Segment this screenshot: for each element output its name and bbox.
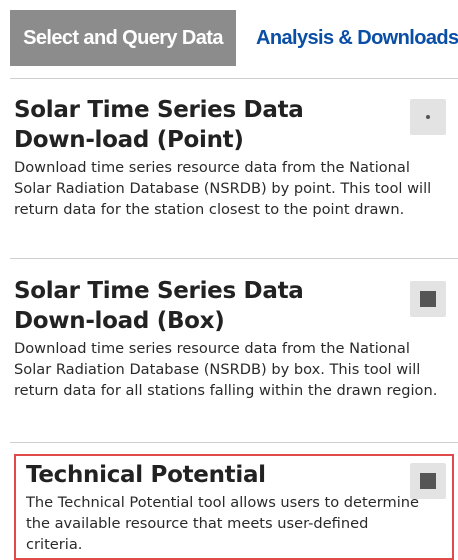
divider [10, 442, 458, 443]
square-icon [420, 473, 436, 489]
tool-item-solar-box: Solar Time Series Data Down-load (Box) D… [14, 276, 450, 401]
tool-title: Solar Time Series Data Down-load (Point) [14, 97, 304, 153]
technical-potential-tool-button[interactable] [410, 463, 446, 499]
tool-description: Download time series resource data from … [14, 159, 432, 218]
tab-label: Select and Query Data [23, 26, 223, 49]
tab-select-and-query-data[interactable]: Select and Query Data [10, 10, 236, 66]
divider [10, 258, 458, 259]
tool-item-technical-potential: Technical Potential The Technical Potent… [26, 460, 450, 555]
tab-analysis-and-downloads[interactable]: Analysis & Downloads [256, 10, 458, 66]
tool-title: Technical Potential [26, 462, 266, 488]
tool-item-solar-point: Solar Time Series Data Down-load (Point)… [14, 95, 450, 220]
tool-description: Download time series resource data from … [14, 340, 438, 399]
box-tool-button[interactable] [410, 281, 446, 317]
tool-description: The Technical Potential tool allows user… [26, 494, 419, 553]
tab-label: Analysis & Downloads [256, 26, 458, 49]
divider [10, 78, 458, 79]
point-tool-button[interactable] [410, 99, 446, 135]
square-icon [420, 291, 436, 307]
tab-bar: Select and Query Data Analysis & Downloa… [10, 10, 458, 66]
point-icon [426, 115, 430, 119]
tool-title: Solar Time Series Data Down-load (Box) [14, 278, 304, 334]
